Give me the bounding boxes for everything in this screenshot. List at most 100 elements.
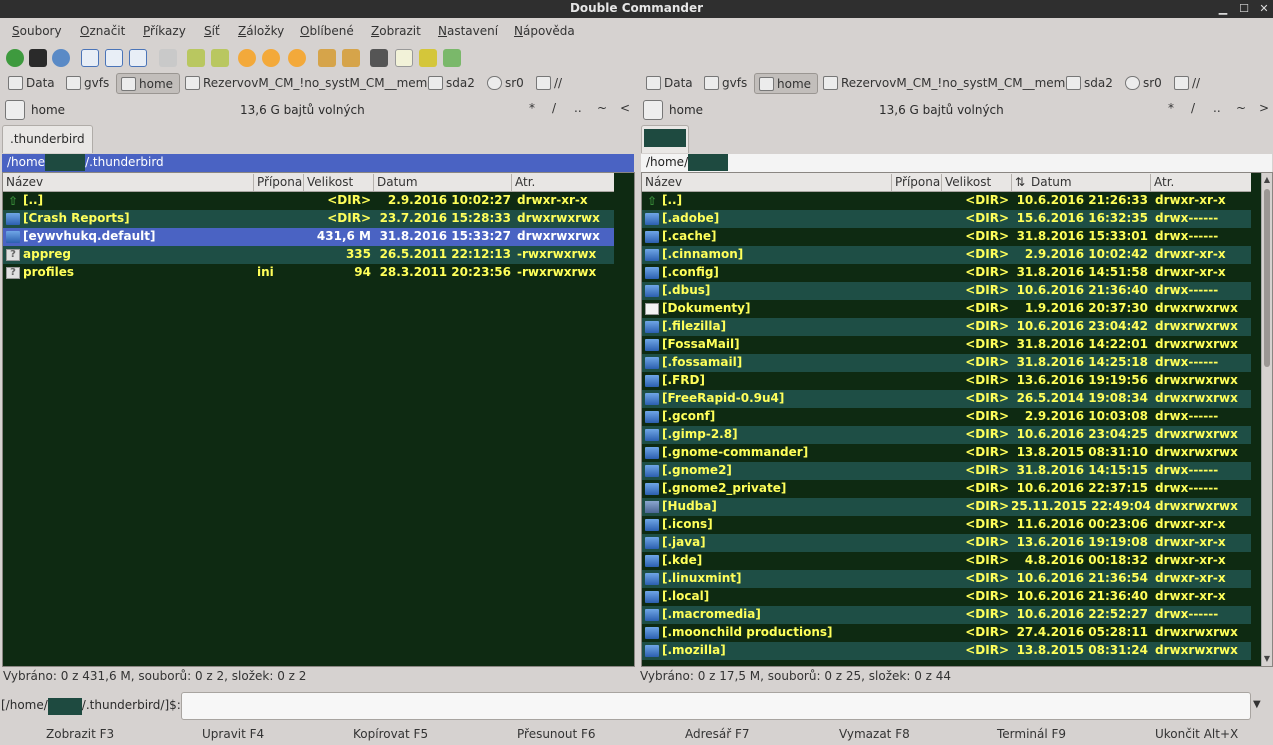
thumbnail-view-icon[interactable] — [129, 49, 147, 67]
menu-zobrazit[interactable]: Zobrazit — [371, 24, 421, 38]
minimize-icon[interactable]: ▁ — [1215, 1, 1231, 17]
f5-copy-button[interactable]: Kopírovat F5 — [353, 727, 428, 741]
drive-sr0[interactable]: sr0 — [1121, 73, 1168, 94]
unselect-group-icon[interactable] — [262, 49, 280, 67]
f9-terminal-button[interactable]: Terminál F9 — [997, 727, 1066, 741]
copy-right-icon[interactable] — [211, 49, 229, 67]
file-row[interactable]: [Dokumenty] <DIR> 1.9.2016 20:37:30 drwxrwx… — [642, 300, 1251, 318]
nav-copy-path[interactable]: < — [620, 101, 630, 115]
select-group-icon[interactable] — [238, 49, 256, 67]
file-row[interactable]: [.gnome2] <DIR> 31.8.2016 14:15:15 drwx----… — [642, 462, 1251, 480]
nav-root[interactable]: / — [552, 101, 556, 115]
file-row[interactable]: [.mozilla] <DIR> 13.8.2015 08:31:24 drwxrwx… — [642, 642, 1251, 660]
close-icon[interactable]: ✕ — [1256, 1, 1272, 17]
file-row[interactable]: [.java] <DIR> 13.6.2016 19:19:08 drwxr-xr-x — [642, 534, 1251, 552]
drive-gvfs[interactable]: gvfs — [700, 73, 753, 94]
file-row[interactable]: [FreeRapid-0.9u4] <DIR> 26.5.2014 19:08:34… — [642, 390, 1251, 408]
file-row[interactable]: [.linuxmint] <DIR> 10.6.2016 21:36:54 drwxr… — [642, 570, 1251, 588]
left-file-list[interactable]: Název Přípona Velikost Datum Atr. ⇧ [..] <… — [2, 172, 635, 667]
brief-view-icon[interactable] — [81, 49, 99, 67]
col-date[interactable]: Datum — [377, 175, 418, 189]
pack-icon[interactable] — [318, 49, 336, 67]
exit-button[interactable]: Ukončit Alt+X — [1155, 727, 1238, 741]
right-file-list[interactable]: Název Přípona Velikost ⇅ Datum Atr. ⇧ [..… — [641, 172, 1273, 667]
col-attr[interactable]: Atr. — [515, 175, 535, 189]
file-row[interactable]: [.cache] <DIR> 31.8.2016 15:33:01 drwx-----… — [642, 228, 1251, 246]
column-separator[interactable] — [373, 174, 374, 191]
invert-selection-icon[interactable] — [288, 49, 306, 67]
f6-move-button[interactable]: Přesunout F6 — [517, 727, 596, 741]
scrollbar-thumb[interactable] — [1264, 189, 1270, 367]
file-row[interactable]: [.FRD] <DIR> 13.6.2016 19:19:56 drwxrwxrwx — [642, 372, 1251, 390]
nav-copy-path[interactable]: > — [1259, 101, 1269, 115]
col-ext[interactable]: Přípona — [257, 175, 302, 189]
left-current-path[interactable]: /home /.thunderbird — [2, 154, 634, 172]
right-tab-home[interactable] — [641, 125, 689, 153]
file-row[interactable]: [.gnome-commander] <DIR> 13.8.2015 08:31:1… — [642, 444, 1251, 462]
chevron-down-icon[interactable]: ▼ — [1253, 699, 1261, 710]
file-row[interactable]: ⇧ [..] <DIR> 10.6.2016 21:26:33 drwxr-xr-x — [642, 192, 1251, 210]
compare-icon[interactable] — [443, 49, 461, 67]
file-row[interactable]: ? profiles ini 94 28.3.2011 20:23:56 -rwxrwxr… — [3, 264, 614, 282]
column-separator[interactable] — [941, 174, 942, 191]
f8-delete-button[interactable]: Vymazat F8 — [839, 727, 910, 741]
menu-oblibene[interactable]: Oblíbené — [300, 24, 354, 38]
left-tab-thunderbird[interactable]: .thunderbird — [2, 125, 93, 153]
sync-dirs-icon[interactable] — [419, 49, 437, 67]
right-scrollbar[interactable]: ▲ ▼ — [1261, 173, 1272, 666]
drive-data[interactable]: Data — [642, 73, 699, 94]
file-row[interactable]: [.adobe] <DIR> 15.6.2016 16:32:35 drwx-----… — [642, 210, 1251, 228]
file-row[interactable]: [.cinnamon] <DIR> 2.9.2016 10:02:42 drwxr-x… — [642, 246, 1251, 264]
file-row[interactable]: [.config] <DIR> 31.8.2016 14:51:58 drwxr-xr… — [642, 264, 1251, 282]
file-row[interactable]: [.fossamail] <DIR> 31.8.2016 14:25:18 drwx-… — [642, 354, 1251, 372]
drive-sda2[interactable]: sda2 — [424, 73, 481, 94]
column-separator[interactable] — [891, 174, 892, 191]
drive-network-root[interactable]: // — [532, 73, 568, 94]
col-name[interactable]: Název — [6, 175, 43, 189]
file-row[interactable]: [FossaMail] <DIR> 31.8.2016 14:22:01 drwxrw… — [642, 336, 1251, 354]
f7-mkdir-button[interactable]: Adresář F7 — [685, 727, 750, 741]
menu-prikazy[interactable]: Příkazy — [143, 24, 186, 38]
col-size[interactable]: Velikost — [945, 175, 991, 189]
column-separator[interactable] — [1011, 174, 1012, 191]
menu-sit[interactable]: Síť — [204, 24, 220, 38]
nav-parent[interactable]: .. — [1213, 101, 1221, 115]
search-icon[interactable] — [370, 49, 388, 67]
home-drive-icon[interactable] — [5, 100, 25, 120]
col-date[interactable]: Datum — [1031, 175, 1072, 189]
drive-sda2[interactable]: sda2 — [1062, 73, 1119, 94]
file-row[interactable]: [.gnome2_private] <DIR> 10.6.2016 22:37:15… — [642, 480, 1251, 498]
scroll-up-icon[interactable]: ▲ — [1262, 175, 1272, 184]
f4-edit-button[interactable]: Upravit F4 — [202, 727, 264, 741]
tree-view-icon[interactable] — [159, 49, 177, 67]
refresh-icon[interactable] — [6, 49, 24, 67]
nav-favorites[interactable]: * — [529, 101, 535, 115]
menu-nastaveni[interactable]: Nastavení — [438, 24, 498, 38]
terminal-icon[interactable] — [29, 49, 47, 67]
file-row[interactable]: ⇧ [..] <DIR> 2.9.2016 10:02:27 drwxr-xr-x — [3, 192, 614, 210]
file-row[interactable]: [.moonchild productions] <DIR> 27.4.2016 0… — [642, 624, 1251, 642]
nav-root[interactable]: / — [1191, 101, 1195, 115]
column-separator[interactable] — [253, 174, 254, 191]
drive-home[interactable]: home — [116, 73, 181, 94]
copy-left-icon[interactable] — [187, 49, 205, 67]
col-size[interactable]: Velikost — [307, 175, 353, 189]
nav-parent[interactable]: .. — [574, 101, 582, 115]
column-separator[interactable] — [1150, 174, 1151, 191]
col-ext[interactable]: Přípona — [895, 175, 940, 189]
file-row[interactable]: [eywvhukq.default] 431,6 M 31.8.2016 15:33… — [3, 228, 614, 246]
multi-rename-icon[interactable] — [395, 49, 413, 67]
menu-napoveda[interactable]: Nápověda — [514, 24, 575, 38]
col-name[interactable]: Název — [645, 175, 682, 189]
file-row[interactable]: [.icons] <DIR> 11.6.2016 00:23:06 drwxr-xr-… — [642, 516, 1251, 534]
f3-view-button[interactable]: Zobrazit F3 — [46, 727, 114, 741]
drive-sr0[interactable]: sr0 — [483, 73, 530, 94]
file-row[interactable]: [Hudba] <DIR> 25.11.2015 22:49:04 drwxrwxrw… — [642, 498, 1251, 516]
file-row[interactable]: [.filezilla] <DIR> 10.6.2016 23:04:42 drwxr… — [642, 318, 1251, 336]
menu-soubory[interactable]: Soubory — [12, 24, 62, 38]
file-row[interactable]: [.dbus] <DIR> 10.6.2016 21:36:40 drwx------ — [642, 282, 1251, 300]
file-row[interactable]: [.macromedia] <DIR> 10.6.2016 22:52:27 drwx… — [642, 606, 1251, 624]
file-row[interactable]: [Crash Reports] <DIR> 23.7.2016 15:28:33 dr… — [3, 210, 614, 228]
command-input[interactable] — [181, 692, 1251, 720]
column-separator[interactable] — [511, 174, 512, 191]
